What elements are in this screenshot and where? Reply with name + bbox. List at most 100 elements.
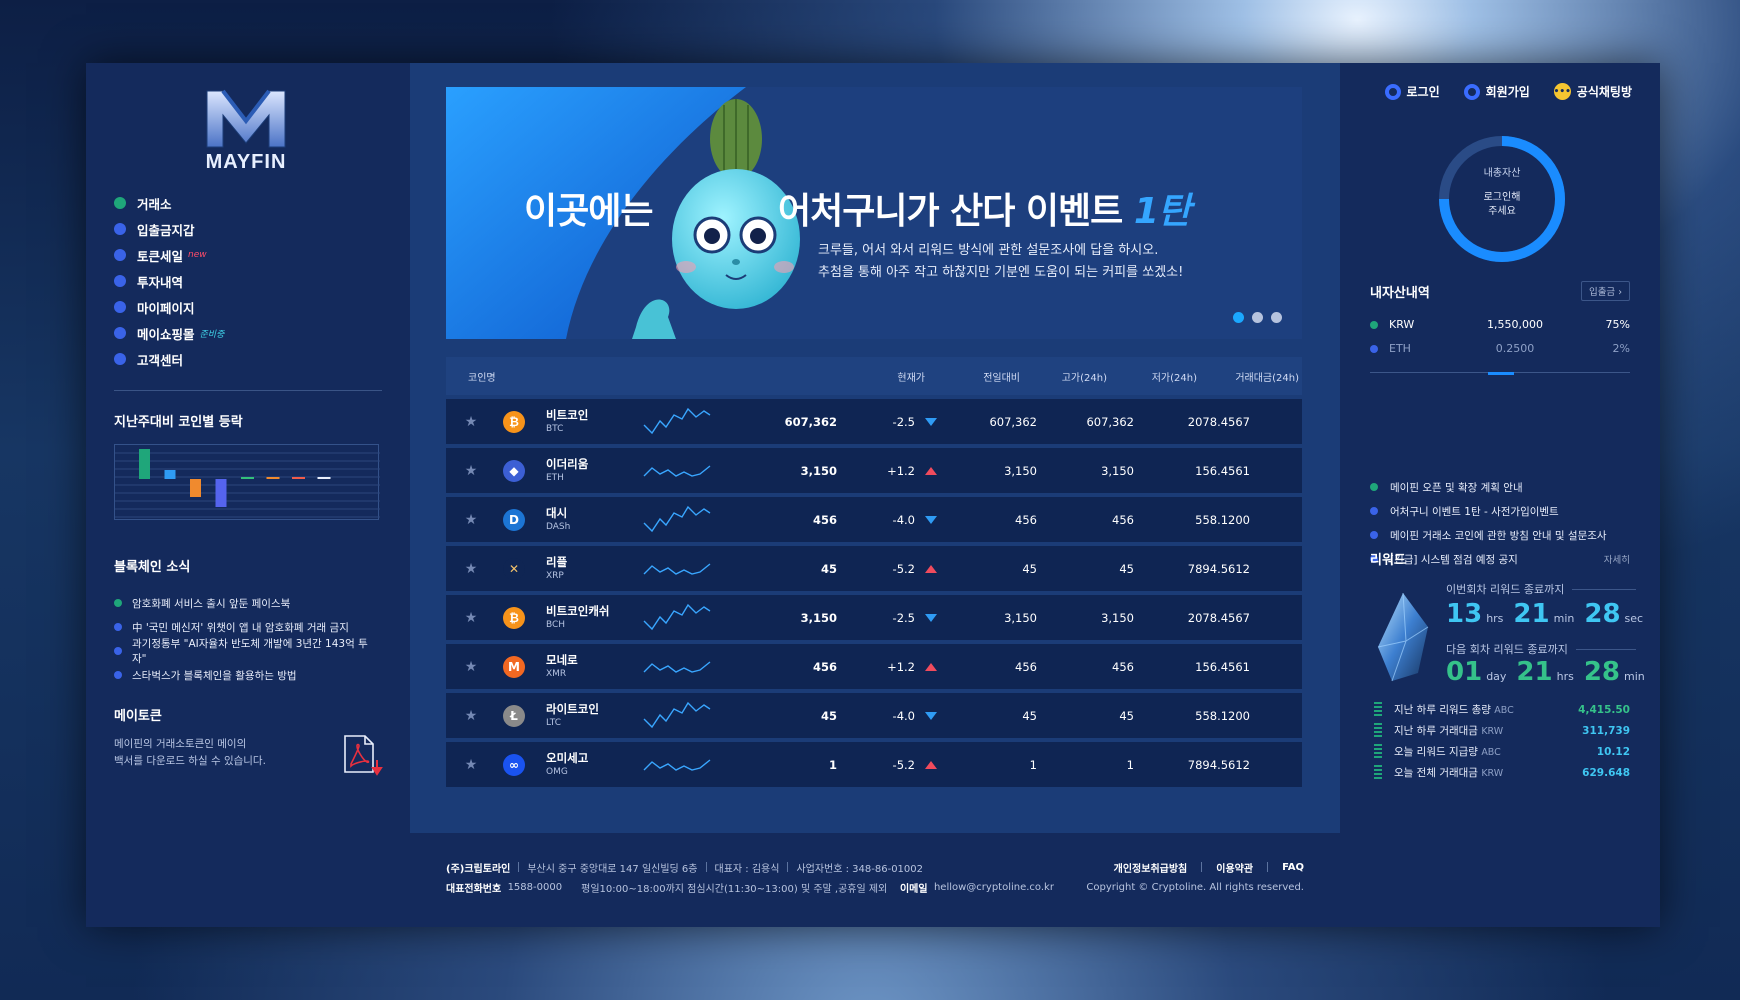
news-item[interactable]: 스타벅스가 블록체인을 활용하는 방법 — [114, 663, 382, 687]
login-link[interactable]: 로그인 — [1384, 83, 1440, 100]
low-cell: 3,150 — [1101, 610, 1134, 625]
notice-bullet-icon — [1370, 483, 1378, 491]
coin-symbol: XRP — [546, 570, 564, 581]
footer-link-terms[interactable]: 이용약관 — [1216, 860, 1253, 875]
header-low: 저가(24h) — [1151, 372, 1197, 384]
coin-name: 이더리움 — [546, 456, 589, 471]
sparkline-path — [643, 661, 711, 673]
event-banner[interactable]: 이곳에는 어처구니가 산다 이벤트 1탄 크루들, 어서 와서 리워드 방식에 … — [446, 87, 1302, 339]
asset-symbol: KRW — [1389, 318, 1415, 331]
header-name: 코인명 — [468, 372, 496, 384]
menu-item[interactable]: 거래소 — [114, 190, 382, 216]
banner-dot-1[interactable] — [1233, 312, 1244, 323]
news-item-label: 암호화폐 서비스 출시 앞둔 페이스북 — [132, 597, 291, 610]
footer-email[interactable]: hellow@cryptoline.co.kr — [934, 882, 1054, 893]
asset-percent: 2% — [1612, 342, 1630, 355]
footer-link-faq[interactable]: FAQ — [1282, 862, 1304, 873]
change-value: +1.2 — [887, 463, 915, 478]
blockchain-news-list: 암호화폐 서비스 출시 앞둔 페이스북 中 '국민 메신저' 위챗이 앱 내 암호… — [114, 591, 382, 687]
change-value: -2.5 — [892, 414, 915, 429]
menu-item[interactable]: 마이페이지 — [114, 294, 382, 320]
notice-item[interactable]: 메이핀 오픈 및 확장 계획 안내 — [1370, 475, 1607, 499]
countdown-value: 28 — [1584, 599, 1621, 629]
stat-unit: KRW — [1481, 726, 1504, 737]
table-row[interactable]: ★ ₿ 비트코인캐쉬 BCH 3,150 -2.5 3,150 3,150 2078.4567 — [446, 595, 1302, 640]
coin-name: 오미세고 — [546, 750, 589, 765]
low-cell: 456 — [1112, 512, 1134, 527]
menu-item[interactable]: 입출금지갑 — [114, 216, 382, 242]
asset-scroll-indicator[interactable] — [1488, 372, 1514, 375]
blockchain-news-title: 블록체인 소식 — [114, 560, 191, 575]
deposit-withdraw-button[interactable]: 입출금 › — [1580, 281, 1630, 301]
header-price: 현재가 — [897, 372, 925, 384]
news-item[interactable]: 암호화폐 서비스 출시 앞둔 페이스북 — [114, 591, 382, 615]
volume-cell: 156.4561 — [1195, 463, 1250, 478]
sparkline-path — [643, 505, 711, 533]
table-row[interactable]: ★ ₿ 비트코인 BTC 607,362 -2.5 607,362 607,362 2078.4… — [446, 399, 1302, 444]
coin-name-cell: 비트코인 BTC — [532, 408, 642, 436]
banner-dot-3[interactable] — [1271, 312, 1282, 323]
menu-item[interactable]: 토큰세일 new — [114, 242, 382, 268]
favorite-star-icon[interactable]: ★ — [446, 512, 496, 528]
table-row[interactable]: ★ ✕ 리플 XRP 45 -5.2 45 45 7894.5612 — [446, 546, 1302, 591]
coin-table-body: ★ ₿ 비트코인 BTC 607,362 -2.5 607,362 607,362 2078.4… — [446, 399, 1302, 787]
next-reward-countdown: 01 day 21 hrs 28 min — [1446, 657, 1655, 687]
price-cell: 456 — [812, 659, 837, 674]
table-row[interactable]: ★ ∞ 오미세고 OMG 1 -5.2 1 1 7894.5612 — [446, 742, 1302, 787]
stat-value: 311,739 — [1582, 724, 1630, 737]
change-cell: +1.2 — [837, 464, 937, 478]
menu-item[interactable]: 투자내역 — [114, 268, 382, 294]
sparkline — [642, 452, 752, 489]
stat-label-text: 지난 하루 리워드 총량 — [1394, 704, 1491, 716]
coin-name: 비트코인캐쉬 — [546, 603, 610, 618]
footer-hours: 평일10:00~18:00까지 점심시간(11:30~13:00) 및 주말 ,… — [581, 883, 888, 895]
total-asset-label: 내총자산 — [1483, 168, 1521, 179]
arrow-down-icon — [925, 711, 937, 720]
favorite-star-icon[interactable]: ★ — [446, 463, 496, 479]
change-value: -4.0 — [892, 708, 915, 723]
banner-dot-2[interactable] — [1252, 312, 1263, 323]
coin-symbol: ETH — [546, 472, 564, 483]
menu-item[interactable]: 고객센터 — [114, 346, 382, 372]
menu-item-label: 토큰세일 — [137, 248, 184, 264]
favorite-star-icon[interactable]: ★ — [446, 414, 496, 430]
reward-more-link[interactable]: 자세히 — [1604, 552, 1630, 566]
logo[interactable]: MAYFIN — [110, 87, 382, 174]
change-value: -4.0 — [892, 512, 915, 527]
signup-link[interactable]: 회원가입 — [1463, 83, 1530, 100]
header-high: 고가(24h) — [1061, 372, 1107, 384]
news-item[interactable]: 과기정통부 "AI자율차 반도체 개발에 3년간 143억 투자" — [114, 638, 382, 665]
table-row[interactable]: ★ M 모네로 XMR 456 +1.2 456 456 156.4561 — [446, 644, 1302, 689]
right-panel: 로그인 회원가입 ••• 공식채팅방 내총자산 로그인해 주세요 내자산내역 입출… — [1340, 63, 1660, 927]
favorite-star-icon[interactable]: ★ — [446, 610, 496, 626]
notice-item[interactable]: 어처구니 이벤트 1탄 - 사전가입이벤트 — [1370, 499, 1607, 523]
menu-item[interactable]: 메이쇼핑몰 준비중 — [114, 320, 382, 346]
high-cell: 456 — [1015, 659, 1037, 674]
countdown-unit: sec — [1624, 612, 1644, 625]
price-cell: 456 — [812, 512, 837, 527]
footer: (주)크립토라인 부산시 중구 중앙대로 147 일신빌딩 6층 대표자 : 김… — [410, 833, 1340, 927]
chat-link[interactable]: ••• 공식채팅방 — [1554, 83, 1632, 100]
notice-label: 어처구니 이벤트 1탄 - 사전가입이벤트 — [1390, 505, 1559, 518]
notice-item[interactable]: 메이핀 거래소 코인에 관한 방침 안내 및 설문조사 — [1370, 523, 1607, 547]
banner-desc-line: 크루들, 어서 와서 리워드 방식에 관한 설문조사에 답을 하시오. — [818, 243, 1159, 258]
high-cell: 1 — [1029, 757, 1037, 772]
coin-name-cell: 라이트코인 LTC — [532, 702, 642, 730]
notice-label: 메이핀 오픈 및 확장 계획 안내 — [1390, 481, 1523, 494]
table-row[interactable]: ★ Ł 라이트코인 LTC 45 -4.0 45 45 558.1200 — [446, 693, 1302, 738]
countdown-unit: day — [1486, 670, 1507, 683]
sparkline — [642, 746, 752, 783]
favorite-star-icon[interactable]: ★ — [446, 561, 496, 577]
volume-cell: 558.1200 — [1195, 708, 1250, 723]
favorite-star-icon[interactable]: ★ — [446, 757, 496, 773]
favorite-star-icon[interactable]: ★ — [446, 659, 496, 675]
change-value: -5.2 — [892, 757, 915, 772]
pdf-download-icon[interactable] — [339, 734, 383, 778]
table-row[interactable]: ★ D 대시 DASh 456 -4.0 456 456 558.1200 — [446, 497, 1302, 542]
footer-link-privacy[interactable]: 개인정보취급방침 — [1114, 860, 1188, 875]
weekly-bar — [139, 449, 150, 479]
favorite-star-icon[interactable]: ★ — [446, 708, 496, 724]
table-row[interactable]: ★ ◆ 이더리움 ETH 3,150 +1.2 3,150 3,150 156.4561 — [446, 448, 1302, 493]
banner-desc-line: 추첨을 통해 아주 작고 하찮지만 기분엔 도움이 되는 커피를 쏘겠소! — [818, 265, 1184, 280]
banner-desc: 크루들, 어서 와서 리워드 방식에 관한 설문조사에 답을 하시오. 추첨을 … — [818, 240, 1183, 284]
